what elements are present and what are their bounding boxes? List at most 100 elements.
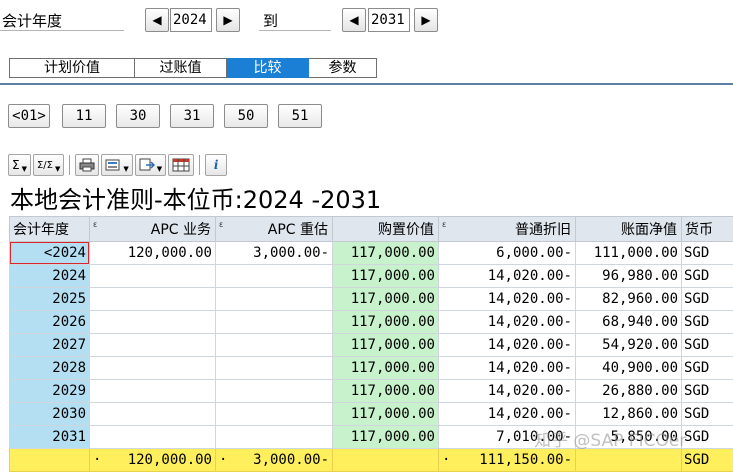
currency-cell[interactable]: SGD — [681, 310, 733, 334]
ordinary-depreciation-cell[interactable]: 14,020.00- — [438, 310, 576, 334]
to-year-next-button[interactable]: ▶ — [414, 8, 438, 32]
currency-cell[interactable]: SGD — [681, 264, 733, 288]
export-button[interactable]: ▼ — [134, 154, 167, 176]
apc-revaluation-cell[interactable] — [215, 379, 333, 403]
currency-cell[interactable]: SGD — [681, 425, 733, 449]
net-book-value-cell[interactable]: 68,940.00 — [575, 310, 682, 334]
acquisition-value-cell[interactable]: 117,000.00 — [332, 241, 439, 265]
table-row[interactable]: 2024 117,000.00 14,020.00- 96,980.00 SGD — [9, 264, 733, 288]
area-button-31[interactable]: 31 — [170, 104, 214, 128]
fiscal-year-cell[interactable]: 2031 — [9, 425, 90, 449]
ordinary-depreciation-cell[interactable]: 14,020.00- — [438, 356, 576, 380]
fiscal-year-cell[interactable]: <2024 — [9, 241, 90, 265]
tab-parameters[interactable]: 参数 — [309, 58, 377, 78]
acquisition-value-cell[interactable]: 117,000.00 — [332, 333, 439, 357]
acquisition-value-cell[interactable]: 117,000.00 — [332, 356, 439, 380]
net-book-value-cell[interactable]: 54,920.00 — [575, 333, 682, 357]
currency-cell[interactable]: SGD — [681, 241, 733, 265]
fiscal-year-cell[interactable]: 2026 — [9, 310, 90, 334]
table-row[interactable]: 2026 117,000.00 14,020.00- 68,940.00 SGD — [9, 310, 733, 334]
column-header-apc-revaluation[interactable]: ε APC 重估 — [215, 216, 333, 242]
view-button[interactable]: ▼ — [101, 154, 133, 176]
table-row[interactable]: <2024 120,000.00 3,000.00- 117,000.00 6,000.… — [9, 241, 733, 265]
area-button-30[interactable]: 30 — [116, 104, 160, 128]
acquisition-value-cell[interactable]: 117,000.00 — [332, 287, 439, 311]
net-book-value-cell[interactable]: 12,860.00 — [575, 402, 682, 426]
column-header-apc-transactions[interactable]: ε APC 业务 — [89, 216, 216, 242]
tab-posted-values[interactable]: 过账值 — [135, 58, 227, 78]
acquisition-value-cell[interactable]: 117,000.00 — [332, 402, 439, 426]
from-year-next-button[interactable]: ▶ — [216, 8, 240, 32]
column-header-acquisition-value[interactable]: 购置价值 — [332, 216, 439, 242]
fiscal-year-cell[interactable]: 2024 — [9, 264, 90, 288]
net-book-value-cell[interactable]: 26,880.00 — [575, 379, 682, 403]
print-button[interactable] — [75, 154, 100, 176]
column-header-fiscal-year[interactable]: 会计年度 — [9, 216, 90, 242]
apc-revaluation-cell[interactable] — [215, 356, 333, 380]
ordinary-depreciation-cell[interactable]: 14,020.00- — [438, 264, 576, 288]
ordinary-depreciation-cell[interactable]: 14,020.00- — [438, 402, 576, 426]
apc-transactions-cell[interactable] — [89, 310, 216, 334]
table-row[interactable]: 2027 117,000.00 14,020.00- 54,920.00 SGD — [9, 333, 733, 357]
ordinary-depreciation-cell[interactable]: 6,000.00- — [438, 241, 576, 265]
subtotal-button[interactable]: Σ/Σ ▼ — [32, 154, 65, 176]
net-book-value-cell[interactable]: 40,900.00 — [575, 356, 682, 380]
column-header-ordinary-depreciation[interactable]: ε 普通折旧 — [438, 216, 576, 242]
apc-revaluation-cell[interactable]: 3,000.00- — [215, 241, 333, 265]
table-row[interactable]: 2029 117,000.00 14,020.00- 26,880.00 SGD — [9, 379, 733, 403]
tab-comparison[interactable]: 比较 — [227, 58, 309, 78]
column-header-net-book-value[interactable]: 账面净值 — [575, 216, 682, 242]
fiscal-year-cell[interactable]: 2025 — [9, 287, 90, 311]
table-row[interactable]: 2030 117,000.00 14,020.00- 12,860.00 SGD — [9, 402, 733, 426]
fiscal-year-cell[interactable]: 2028 — [9, 356, 90, 380]
ordinary-depreciation-cell[interactable]: 14,020.00- — [438, 333, 576, 357]
to-year-prev-button[interactable]: ◀ — [342, 8, 366, 32]
area-button-11[interactable]: 11 — [62, 104, 106, 128]
net-book-value-cell[interactable]: 96,980.00 — [575, 264, 682, 288]
from-year-prev-button[interactable]: ◀ — [145, 8, 169, 32]
tab-planned-values[interactable]: 计划价值 — [9, 58, 135, 78]
currency-cell[interactable]: SGD — [681, 356, 733, 380]
info-button[interactable]: i — [205, 154, 228, 176]
currency-cell[interactable]: SGD — [681, 379, 733, 403]
column-header-currency[interactable]: 货币 — [681, 216, 733, 242]
apc-revaluation-cell[interactable] — [215, 287, 333, 311]
summation-icon: ε — [219, 220, 224, 229]
currency-cell[interactable]: SGD — [681, 333, 733, 357]
apc-transactions-cell[interactable] — [89, 402, 216, 426]
apc-revaluation-cell[interactable] — [215, 310, 333, 334]
apc-transactions-cell[interactable]: 120,000.00 — [89, 241, 216, 265]
acquisition-value-cell[interactable]: 117,000.00 — [332, 310, 439, 334]
apc-revaluation-cell[interactable] — [215, 425, 333, 449]
area-button-50[interactable]: 50 — [224, 104, 268, 128]
from-year-field[interactable]: 2024 — [170, 8, 212, 32]
fiscal-year-cell[interactable]: 2029 — [9, 379, 90, 403]
apc-transactions-cell[interactable] — [89, 264, 216, 288]
fiscal-year-cell[interactable]: 2030 — [9, 402, 90, 426]
currency-cell[interactable]: SGD — [681, 287, 733, 311]
apc-transactions-cell[interactable] — [89, 379, 216, 403]
area-button-01[interactable]: <01> — [8, 104, 50, 128]
apc-transactions-cell[interactable] — [89, 356, 216, 380]
ordinary-depreciation-cell[interactable]: 14,020.00- — [438, 287, 576, 311]
to-year-field[interactable]: 2031 — [368, 8, 410, 32]
apc-transactions-cell[interactable] — [89, 425, 216, 449]
table-row[interactable]: 2028 117,000.00 14,020.00- 40,900.00 SGD — [9, 356, 733, 380]
sum-button[interactable]: Σ ▼ — [8, 154, 31, 176]
currency-cell[interactable]: SGD — [681, 402, 733, 426]
layout-button[interactable] — [168, 154, 195, 176]
acquisition-value-cell[interactable]: 117,000.00 — [332, 425, 439, 449]
table-row[interactable]: 2025 117,000.00 14,020.00- 82,960.00 SGD — [9, 287, 733, 311]
apc-transactions-cell[interactable] — [89, 287, 216, 311]
net-book-value-cell[interactable]: 111,000.00 — [575, 241, 682, 265]
apc-transactions-cell[interactable] — [89, 333, 216, 357]
acquisition-value-cell[interactable]: 117,000.00 — [332, 264, 439, 288]
apc-revaluation-cell[interactable] — [215, 402, 333, 426]
acquisition-value-cell[interactable]: 117,000.00 — [332, 379, 439, 403]
apc-revaluation-cell[interactable] — [215, 264, 333, 288]
fiscal-year-cell[interactable]: 2027 — [9, 333, 90, 357]
net-book-value-cell[interactable]: 82,960.00 — [575, 287, 682, 311]
area-button-51[interactable]: 51 — [278, 104, 322, 128]
ordinary-depreciation-cell[interactable]: 14,020.00- — [438, 379, 576, 403]
apc-revaluation-cell[interactable] — [215, 333, 333, 357]
